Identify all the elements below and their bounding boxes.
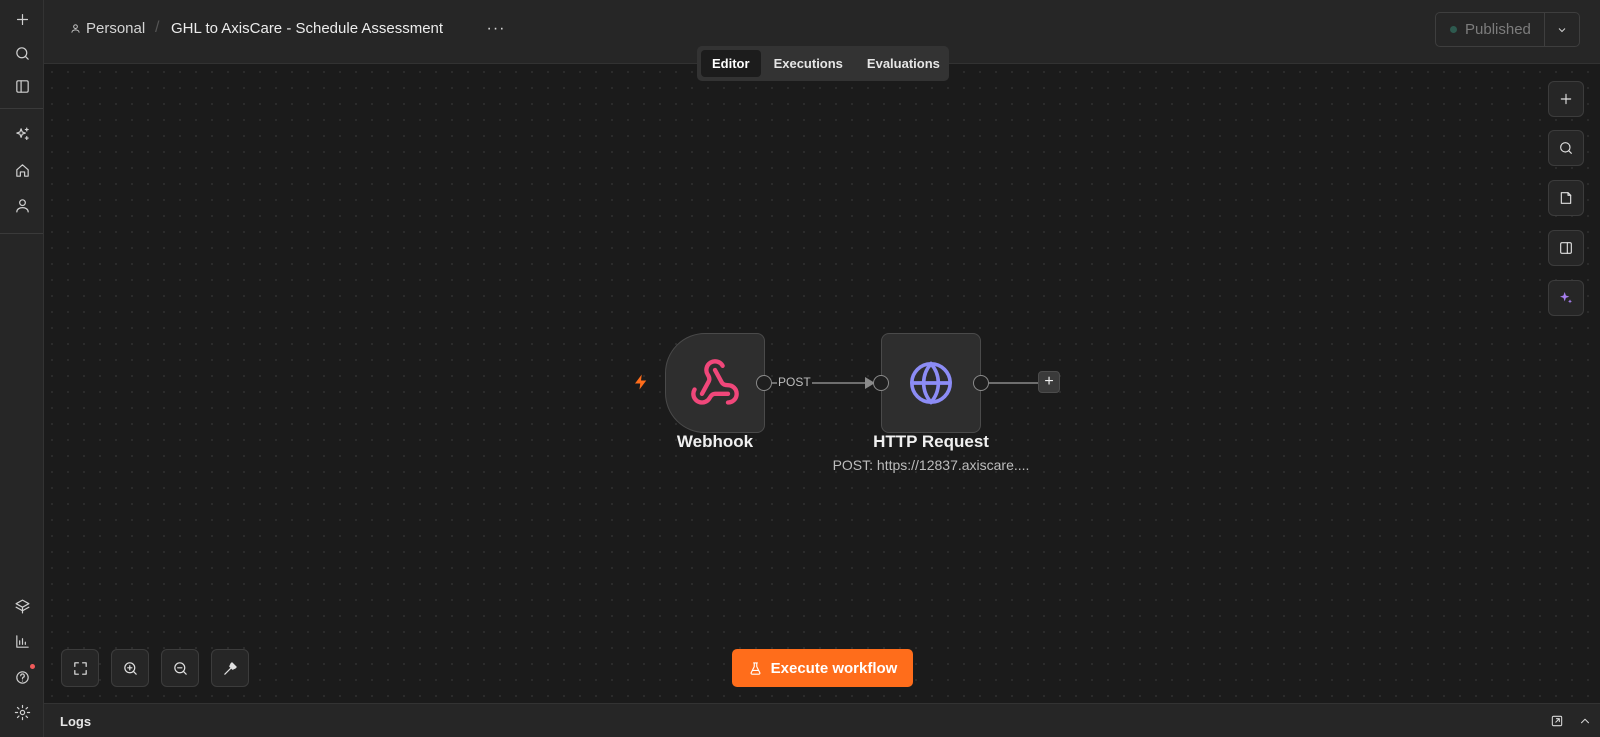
execute-workflow-button[interactable]: Execute workflow xyxy=(732,649,913,687)
project-name: Personal xyxy=(86,20,146,37)
settings-icon[interactable] xyxy=(9,699,35,725)
globe-icon xyxy=(910,361,952,405)
tab-executions[interactable]: Executions xyxy=(763,50,854,77)
http-output-handle[interactable] xyxy=(973,375,989,391)
n8n-editor-app: Personal / GHL to AxisCare - Schedule As… xyxy=(0,0,1600,737)
logs-panel-bar[interactable]: Logs xyxy=(44,703,1600,737)
publish-dropdown-button[interactable] xyxy=(1545,13,1579,46)
add-node-icon[interactable] xyxy=(1548,81,1584,117)
notification-dot xyxy=(30,664,35,669)
status-dot xyxy=(1450,26,1457,33)
sticky-note-icon[interactable] xyxy=(1548,180,1584,216)
add-node-button[interactable]: + xyxy=(1038,371,1060,393)
published-button[interactable]: Published xyxy=(1436,13,1545,46)
zoom-in-icon[interactable] xyxy=(111,649,149,687)
published-label: Published xyxy=(1465,21,1531,38)
user-icon xyxy=(71,24,80,33)
search-icon[interactable] xyxy=(9,40,35,66)
http-node-label: HTTP Request xyxy=(873,432,989,451)
insights-icon[interactable] xyxy=(9,628,35,654)
workflow-title[interactable]: GHL to AxisCare - Schedule Assessment xyxy=(171,20,443,37)
sparkles-icon[interactable] xyxy=(9,121,35,147)
webhook-node[interactable] xyxy=(665,333,765,433)
flask-icon xyxy=(750,661,761,675)
breadcrumb-separator: / xyxy=(155,19,160,36)
plus-icon[interactable] xyxy=(9,6,35,32)
webhook-output-handle[interactable] xyxy=(756,375,772,391)
http-input-handle[interactable] xyxy=(873,375,889,391)
connection-layer xyxy=(772,377,1044,389)
pop-out-icon[interactable] xyxy=(1548,712,1566,730)
chevron-up-icon[interactable] xyxy=(1576,712,1594,730)
webhook-icon xyxy=(691,359,739,405)
sidebar-divider xyxy=(0,108,43,109)
workflow-canvas[interactable]: Webhook POST HTTP Request POST: https://… xyxy=(44,64,1600,703)
zoom-out-icon[interactable] xyxy=(161,649,199,687)
sidebar-divider xyxy=(0,233,43,234)
trigger-bolt-icon xyxy=(635,374,647,390)
fit-view-icon[interactable] xyxy=(61,649,99,687)
execute-workflow-label: Execute workflow xyxy=(770,659,898,677)
user-icon[interactable] xyxy=(9,192,35,218)
templates-icon[interactable] xyxy=(9,593,35,619)
panel-icon[interactable] xyxy=(9,73,35,99)
search-icon[interactable] xyxy=(1548,130,1584,166)
breadcrumb-project[interactable]: Personal xyxy=(70,20,145,37)
help-icon[interactable] xyxy=(9,664,35,690)
logs-title: Logs xyxy=(60,714,92,729)
side-panel-icon[interactable] xyxy=(1548,230,1584,266)
edge-label: POST xyxy=(777,375,812,389)
webhook-node-label: Webhook xyxy=(676,432,754,451)
home-icon[interactable] xyxy=(9,157,35,183)
http-request-node[interactable] xyxy=(881,333,981,433)
chevron-down-icon xyxy=(1558,27,1566,32)
left-sidebar xyxy=(0,0,44,737)
tidy-up-icon[interactable] xyxy=(211,649,249,687)
tab-editor[interactable]: Editor xyxy=(701,50,761,77)
http-node-subtitle: POST: https://12837.axiscare.... xyxy=(832,457,1030,473)
ai-assistant-icon[interactable] xyxy=(1548,280,1584,316)
publish-control: Published xyxy=(1435,12,1580,47)
tab-evaluations[interactable]: Evaluations xyxy=(856,50,951,77)
more-options-button[interactable]: ··· xyxy=(484,17,508,41)
view-tabs: Editor Executions Evaluations xyxy=(697,46,949,81)
